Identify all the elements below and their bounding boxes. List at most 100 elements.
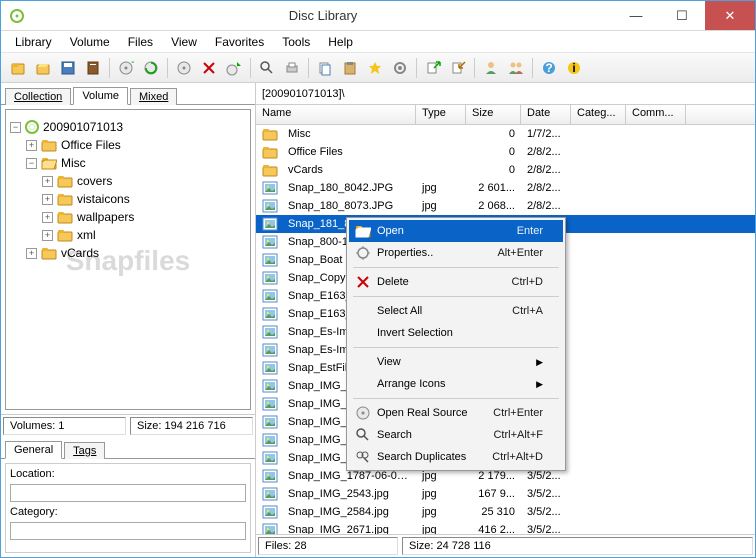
list-item[interactable]: Office Files02/8/2... xyxy=(256,143,755,161)
delete-icon[interactable] xyxy=(198,57,220,79)
tab-general[interactable]: General xyxy=(5,441,62,459)
context-separator xyxy=(353,267,559,268)
list-item[interactable]: Misc01/7/2... xyxy=(256,125,755,143)
folder-icon xyxy=(41,138,57,152)
file-size: 0 xyxy=(466,164,521,176)
tree-item[interactable]: +wallpapers xyxy=(10,208,246,226)
context-arrange-icons[interactable]: Arrange Icons▶ xyxy=(349,373,563,395)
context-delete[interactable]: DeleteCtrl+D xyxy=(349,271,563,293)
image-icon xyxy=(262,469,278,483)
tree-toggle-icon[interactable]: + xyxy=(42,176,53,187)
settings-icon[interactable] xyxy=(389,57,411,79)
new-library-icon[interactable] xyxy=(7,57,29,79)
context-search[interactable]: SearchCtrl+Alt+F xyxy=(349,424,563,446)
save-icon[interactable] xyxy=(57,57,79,79)
tree-toggle-icon[interactable]: + xyxy=(42,230,53,241)
user-icon[interactable] xyxy=(480,57,502,79)
tree-toggle-icon[interactable]: + xyxy=(26,248,37,259)
context-search-duplicates[interactable]: Search DuplicatesCtrl+Alt+D xyxy=(349,446,563,468)
help-icon[interactable]: ? xyxy=(538,57,560,79)
tree-item[interactable]: + vistaicons xyxy=(10,190,246,208)
menu-library[interactable]: Library xyxy=(7,33,60,51)
tree-toggle-icon[interactable]: − xyxy=(10,122,21,133)
file-size: 0 xyxy=(466,146,521,158)
menu-volume[interactable]: Volume xyxy=(62,33,118,51)
about-icon[interactable]: i xyxy=(563,57,585,79)
tree-toggle-icon[interactable]: + xyxy=(42,212,53,223)
list-item[interactable]: Snap_180_8073.JPGjpg2 068...2/8/2... xyxy=(256,197,755,215)
file-size: 167 9... xyxy=(466,488,521,500)
column-name[interactable]: Name xyxy=(256,105,416,124)
file-name: Snap_IMG_2584.jpg xyxy=(282,506,416,518)
volume-tree[interactable]: −200901071013+Office Files−Misc+covers+v… xyxy=(5,109,251,410)
list-item[interactable]: Snap_IMG_2671.jpgjpg416 2...3/5/2... xyxy=(256,521,755,534)
disc-arrow-icon[interactable] xyxy=(223,57,245,79)
folder-icon xyxy=(57,228,73,242)
tree-item[interactable]: −Misc xyxy=(10,154,246,172)
context-view[interactable]: View▶ xyxy=(349,351,563,373)
tree-toggle-icon[interactable]: + xyxy=(26,140,37,151)
file-name: Misc xyxy=(282,128,416,140)
copy-icon[interactable] xyxy=(314,57,336,79)
tree-item[interactable]: +covers xyxy=(10,172,246,190)
book-icon[interactable] xyxy=(82,57,104,79)
add-disc-icon[interactable]: + xyxy=(115,57,137,79)
list-item[interactable]: Snap_IMG_2584.jpgjpg25 3103/5/2... xyxy=(256,503,755,521)
file-date: 1/7/2... xyxy=(521,128,571,140)
open-library-icon[interactable] xyxy=(32,57,54,79)
image-icon xyxy=(262,361,278,375)
menu-help[interactable]: Help xyxy=(320,33,361,51)
file-date: 2/8/2... xyxy=(521,146,571,158)
tree-item[interactable]: +Office Files xyxy=(10,136,246,154)
list-item[interactable]: vCards02/8/2... xyxy=(256,161,755,179)
column-type[interactable]: Type xyxy=(416,105,466,124)
list-item[interactable]: Snap_IMG_2543.jpgjpg167 9...3/5/2... xyxy=(256,485,755,503)
menu-favorites[interactable]: Favorites xyxy=(207,33,272,51)
close-button[interactable]: ✕ xyxy=(705,1,755,30)
context-open[interactable]: OpenEnter xyxy=(349,220,563,242)
category-input[interactable] xyxy=(10,522,246,540)
export-icon[interactable] xyxy=(422,57,444,79)
tab-mixed[interactable]: Mixed xyxy=(130,88,177,105)
context-properties-[interactable]: Properties..Alt+Enter xyxy=(349,242,563,264)
context-shortcut: Ctrl+D xyxy=(512,276,543,288)
maximize-button[interactable]: ☐ xyxy=(659,1,705,30)
tab-collection[interactable]: Collection xyxy=(5,88,71,105)
tree-label: xml xyxy=(77,228,96,242)
file-list[interactable]: Misc01/7/2...Office Files02/8/2...vCards… xyxy=(256,125,755,534)
tree-toggle-icon[interactable]: + xyxy=(42,194,53,205)
disc-props-icon[interactable] xyxy=(173,57,195,79)
menubar: LibraryVolumeFilesViewFavoritesToolsHelp xyxy=(1,31,755,53)
tree-item[interactable]: + xml xyxy=(10,226,246,244)
tab-tags[interactable]: Tags xyxy=(64,442,105,459)
minimize-button[interactable]: — xyxy=(613,1,659,30)
search-icon[interactable] xyxy=(256,57,278,79)
location-input[interactable] xyxy=(10,484,246,502)
column-categ[interactable]: Categ... xyxy=(571,105,626,124)
favorite-icon[interactable] xyxy=(364,57,386,79)
list-item[interactable]: Snap_180_8042.JPGjpg2 601...2/8/2... xyxy=(256,179,755,197)
context-select-all[interactable]: Select AllCtrl+A xyxy=(349,300,563,322)
users-icon[interactable] xyxy=(505,57,527,79)
tree-item[interactable]: +vCards xyxy=(10,244,246,262)
general-panel: Location: Category: xyxy=(5,463,251,553)
tab-volume[interactable]: Volume xyxy=(73,87,128,105)
refresh-disc-icon[interactable] xyxy=(140,57,162,79)
context-open-real-source[interactable]: Open Real SourceCtrl+Enter xyxy=(349,402,563,424)
paste-icon[interactable] xyxy=(339,57,361,79)
tree-label: vistaicons xyxy=(77,192,130,206)
submenu-arrow-icon: ▶ xyxy=(536,357,543,368)
tree-toggle-icon[interactable]: − xyxy=(26,158,37,169)
menu-view[interactable]: View xyxy=(163,33,205,51)
print-icon[interactable] xyxy=(281,57,303,79)
column-size[interactable]: Size xyxy=(466,105,521,124)
context-invert-selection[interactable]: Invert Selection xyxy=(349,322,563,344)
column-comm[interactable]: Comm... xyxy=(626,105,686,124)
tree-root[interactable]: −200901071013 xyxy=(10,118,246,136)
column-date[interactable]: Date xyxy=(521,105,571,124)
import-icon[interactable] xyxy=(447,57,469,79)
menu-tools[interactable]: Tools xyxy=(274,33,318,51)
image-icon xyxy=(262,325,278,339)
menu-files[interactable]: Files xyxy=(120,33,161,51)
svg-text:+: + xyxy=(131,60,134,69)
